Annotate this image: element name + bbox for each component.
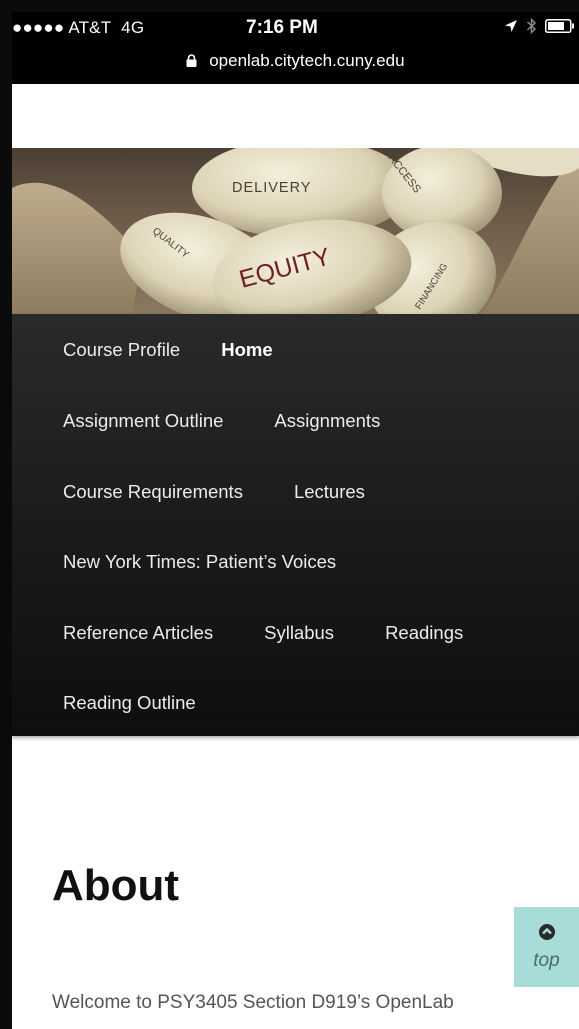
nav-item-home[interactable]: Home [221,339,272,361]
nav-item-course-requirements[interactable]: Course Requirements [63,481,243,503]
main-navigation: Course Profile Home Assignment Outline A… [12,314,579,736]
nav-row-6: Reading Outline [63,688,196,718]
header-banner-image: DELIVERY ACCESS QUALITY EQUITY FINANCING [12,148,579,314]
nav-item-syllabus[interactable]: Syllabus [264,622,334,644]
back-to-top-label: top [533,949,560,971]
nav-row-5: Reference Articles Syllabus Readings [63,618,463,648]
nav-row-2: Assignment Outline Assignments [63,406,380,436]
device-frame-top [0,0,579,12]
nav-item-course-profile[interactable]: Course Profile [63,339,180,361]
nav-row-1: Course Profile Home [63,335,273,365]
nav-row-4: New York Times: Patient’s Voices [63,547,336,577]
battery-icon [545,19,575,38]
carrier-label: ●●●●● AT&T [12,18,112,37]
banner-word-delivery: DELIVERY [232,180,311,196]
nav-item-lectures[interactable]: Lectures [294,481,365,503]
nav-row-3: Course Requirements Lectures [63,477,365,507]
network-label: 4G [121,18,145,37]
address-bar[interactable]: openlab.citytech.cuny.edu [12,51,579,72]
status-time: 7:16 PM [246,17,318,38]
nav-item-nyt-patients-voices[interactable]: New York Times: Patient’s Voices [63,551,336,573]
url-text: openlab.citytech.cuny.edu [209,51,405,70]
nav-item-assignment-outline[interactable]: Assignment Outline [63,410,223,432]
page-title: About [52,861,180,910]
nav-item-reading-outline[interactable]: Reading Outline [63,692,196,714]
intro-text: Welcome to PSY3405 Section D919’s OpenLa… [52,992,454,1013]
back-to-top-button[interactable]: top [514,907,579,987]
chevron-up-circle-icon [538,923,556,946]
nav-item-reference-articles[interactable]: Reference Articles [63,622,213,644]
nav-item-readings[interactable]: Readings [385,622,463,644]
nav-item-assignments[interactable]: Assignments [274,410,380,432]
location-arrow-icon [504,19,518,38]
bluetooth-icon [526,17,537,40]
header-spacer [12,84,579,148]
device-frame-left [0,0,12,1029]
carrier-network: ●●●●● AT&T 4G [12,18,144,38]
status-bar: ●●●●● AT&T 4G 7:16 PM openlab.citytech.c… [12,12,579,84]
lock-icon [186,52,197,72]
status-icons [504,17,575,40]
